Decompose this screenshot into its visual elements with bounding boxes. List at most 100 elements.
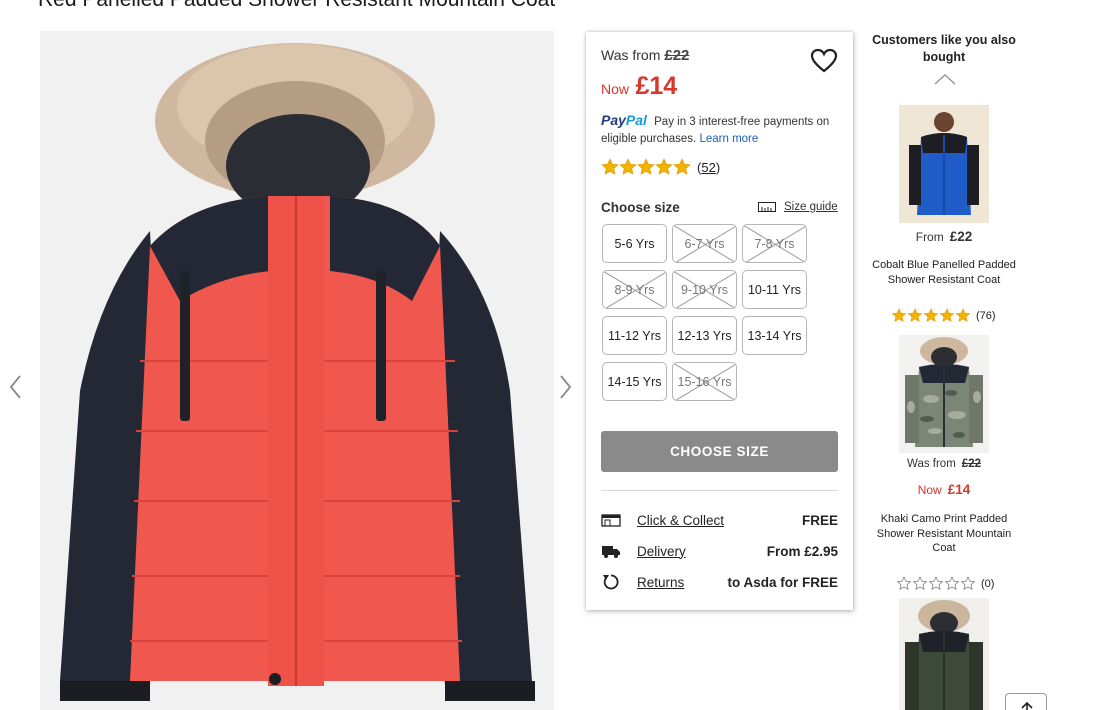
recommendation-image-3[interactable] — [899, 598, 989, 710]
recommendation-was-value-2: £22 — [961, 458, 981, 470]
size-option-label: 15-16 Yrs — [677, 374, 732, 389]
paypal-logo: PayPal — [601, 112, 647, 128]
truck-icon — [602, 546, 620, 558]
returns-value: to Asda for FREE — [727, 574, 838, 590]
rating-stars — [891, 308, 971, 323]
recommendation-rating-count-2: (0) — [981, 577, 995, 590]
recommendation-name-1[interactable]: Cobalt Blue Panelled Padded Shower Resis… — [868, 258, 1020, 287]
size-option[interactable]: 7-8 Yrs — [742, 224, 807, 263]
star-filled-icon — [891, 308, 907, 322]
star-filled-icon — [637, 158, 655, 175]
size-option-label: 9-10 Yrs — [680, 282, 728, 297]
size-option[interactable]: 14-15 Yrs — [602, 362, 667, 401]
star-filled-icon — [673, 158, 691, 175]
now-price: £14 — [635, 72, 678, 100]
recommendation-rating-1: (76) — [891, 308, 996, 323]
page-title: Red Panelled Padded Shower Resistant Mou… — [38, 0, 555, 12]
recommendation-was-label-2: Was from — [907, 458, 956, 470]
reviews-close-paren: ) — [715, 159, 721, 175]
product-rating: (52) — [601, 158, 720, 176]
was-price-block: Was from £22 — [601, 47, 689, 64]
now-label: Now — [601, 81, 630, 97]
size-option[interactable]: 13-14 Yrs — [742, 316, 807, 355]
click-collect-link[interactable]: Click & Collect — [637, 513, 724, 528]
chevron-up-icon — [934, 73, 956, 85]
star-empty-icon — [960, 576, 976, 590]
service-click-collect: Click & Collect FREE — [601, 509, 838, 531]
size-option-label: 5-6 Yrs — [614, 236, 655, 251]
divider — [601, 490, 838, 491]
star-filled-icon — [907, 308, 923, 322]
size-option[interactable]: 15-16 Yrs — [672, 362, 737, 401]
returns-link[interactable]: Returns — [637, 575, 684, 590]
star-empty-icon — [896, 576, 912, 590]
reviews-count-link[interactable]: (52) — [697, 160, 720, 175]
ruler-icon — [758, 202, 776, 212]
paypal-learn-more-link[interactable]: Learn more — [699, 133, 758, 145]
paypal-message: PayPal Pay in 3 interest-free payments o… — [601, 112, 846, 148]
service-returns: Returns to Asda for FREE — [601, 571, 838, 593]
carousel-up-button[interactable] — [933, 72, 957, 86]
size-option[interactable]: 5-6 Yrs — [602, 224, 667, 263]
star-filled-icon — [955, 308, 971, 322]
recommendation-name-2[interactable]: Khaki Camo Print Padded Shower Resistant… — [868, 512, 1020, 556]
recommendation-price-1: From £22 — [868, 229, 1020, 244]
gallery-next-arrow[interactable] — [555, 372, 575, 402]
paypal-logo-pal: Pal — [625, 112, 647, 128]
coat-illustration — [60, 43, 535, 701]
service-delivery: Delivery From £2.95 — [601, 540, 838, 562]
recommendation-price-prefix-1: From — [915, 230, 944, 244]
size-option[interactable]: 8-9 Yrs — [602, 270, 667, 309]
size-option-label: 14-15 Yrs — [607, 374, 662, 389]
star-filled-icon — [601, 158, 619, 175]
size-option-label: 10-11 Yrs — [747, 282, 802, 297]
gallery-prev-arrow[interactable] — [6, 372, 26, 402]
recommendation-price-value-1: £22 — [949, 229, 973, 244]
size-option[interactable]: 6-7 Yrs — [672, 224, 737, 263]
recommendation-now-price-2: Now £14 — [868, 482, 1020, 497]
recommendation-now-label-2: Now — [917, 483, 942, 497]
size-option[interactable]: 9-10 Yrs — [672, 270, 737, 309]
delivery-link[interactable]: Delivery — [637, 544, 686, 559]
store-icon — [601, 514, 621, 527]
product-image[interactable] — [40, 31, 554, 710]
star-empty-icon — [912, 576, 928, 590]
size-guide-link[interactable]: Size guide — [758, 201, 838, 213]
green-coat-image — [905, 600, 983, 710]
recommendation-rating-2: (0) — [891, 576, 994, 591]
heart-icon — [810, 48, 838, 73]
star-empty-icon — [944, 576, 960, 590]
star-filled-icon — [655, 158, 673, 175]
rating-stars — [601, 158, 691, 176]
size-option-label: 6-7 Yrs — [684, 236, 725, 251]
size-option[interactable]: 11-12 Yrs — [602, 316, 667, 355]
recommendations-heading: Customers like you also bought — [872, 33, 1016, 64]
recommendation-was-price-2: Was from £22 — [868, 458, 1020, 470]
recommendation-image-2[interactable] — [899, 335, 989, 453]
size-option-label: 13-14 Yrs — [747, 328, 802, 343]
buy-box: Was from £22 Now £14 PayPal Pay in 3 inte… — [586, 32, 853, 610]
returns-icon — [603, 574, 619, 590]
star-filled-icon — [619, 158, 637, 175]
choose-size-label: Choose size — [601, 200, 680, 215]
size-option[interactable]: 12-13 Yrs — [672, 316, 737, 355]
recommendation-rating-count-1: (76) — [976, 309, 996, 322]
size-option[interactable]: 10-11 Yrs — [742, 270, 807, 309]
star-empty-icon — [928, 576, 944, 590]
was-label: Was from — [601, 47, 661, 63]
size-option-label: 12-13 Yrs — [677, 328, 732, 343]
arrow-up-icon — [1021, 701, 1033, 710]
chevron-left-icon — [9, 375, 21, 399]
chevron-right-icon — [560, 375, 572, 399]
back-to-top-button[interactable] — [1005, 693, 1047, 710]
was-price: £22 — [664, 47, 690, 64]
now-price-block: Now £14 — [601, 72, 677, 101]
reviews-count: 52 — [701, 159, 716, 175]
choose-size-button[interactable]: CHOOSE SIZE — [601, 431, 838, 472]
recommendation-image-1[interactable] — [899, 105, 989, 223]
size-guide-label: Size guide — [784, 201, 838, 213]
star-filled-icon — [939, 308, 955, 322]
wishlist-button[interactable] — [810, 48, 838, 74]
blue-coat-image — [909, 112, 979, 215]
size-option-label: 11-12 Yrs — [607, 328, 662, 343]
